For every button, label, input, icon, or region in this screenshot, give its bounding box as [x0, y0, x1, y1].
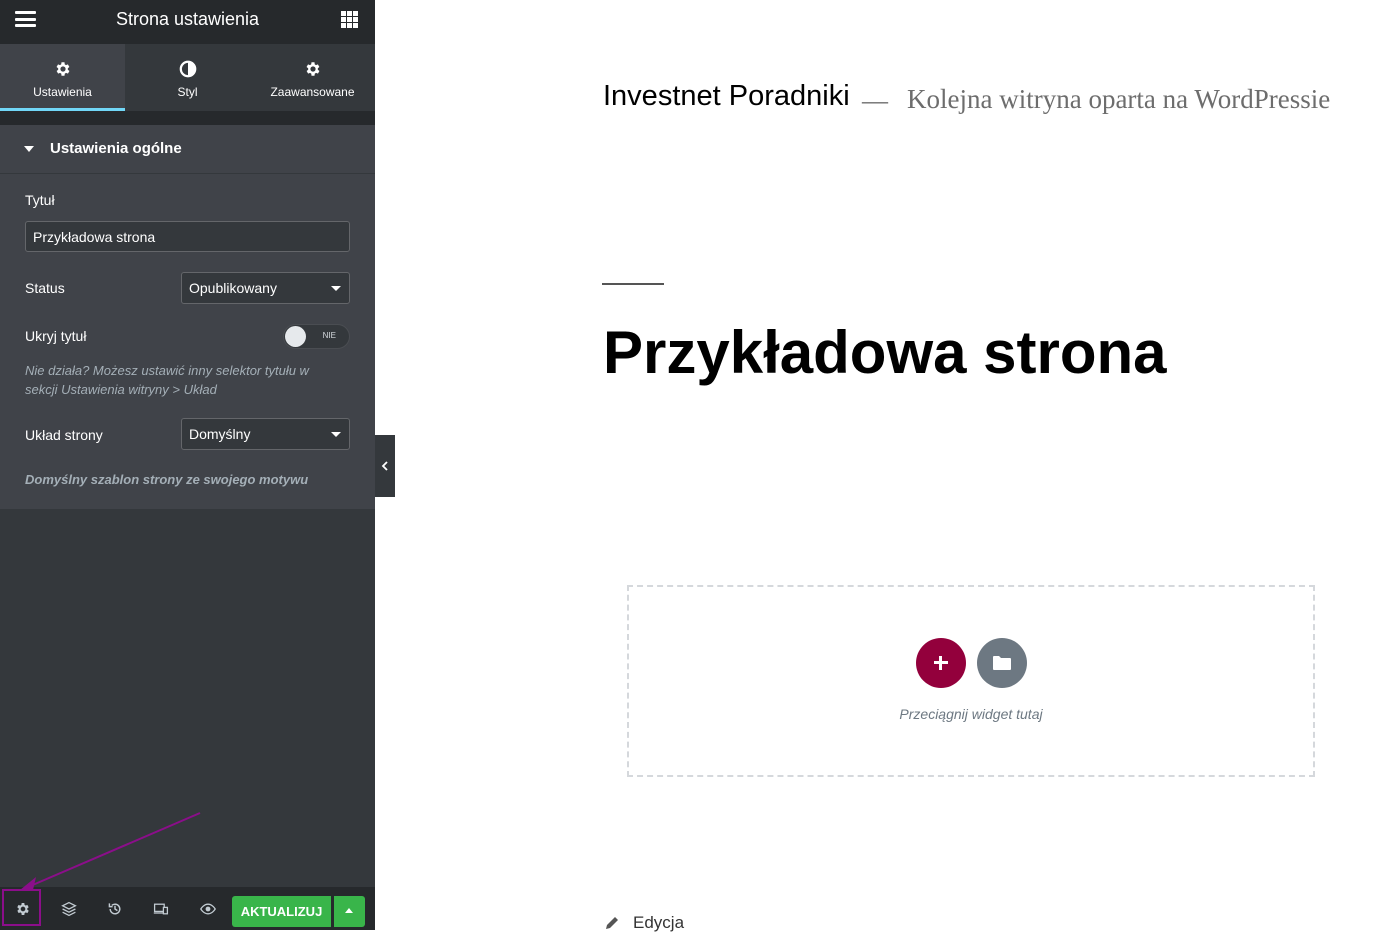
- switch-knob: [285, 326, 306, 347]
- panel-title: Strona ustawienia: [115, 9, 260, 29]
- title-field-label: Tytuł: [25, 192, 55, 208]
- settings-highlight: [2, 889, 41, 926]
- chevron-left-icon: [381, 461, 388, 471]
- layout-label: Układ strony: [25, 427, 103, 443]
- hide-title-label: Ukryj tytuł: [25, 328, 87, 344]
- tab-label: Ustawienia: [33, 85, 92, 99]
- history-icon[interactable]: [107, 901, 123, 917]
- grid-icon[interactable]: [341, 11, 358, 28]
- title-input[interactable]: [25, 221, 350, 252]
- edit-link[interactable]: Edycja: [633, 913, 684, 933]
- hide-title-switch[interactable]: NIE: [283, 324, 350, 349]
- chevron-down-icon: [331, 432, 341, 437]
- title-rule: [602, 283, 664, 285]
- chevron-down-icon: [331, 286, 341, 291]
- page-title: Przykładowa strona: [603, 319, 1167, 386]
- status-label: Status: [25, 280, 65, 296]
- general-settings-section: Ustawienia ogólne Tytuł Status Opublikow…: [0, 125, 375, 509]
- add-section-button[interactable]: [916, 638, 966, 688]
- add-template-button[interactable]: [977, 638, 1027, 688]
- layers-icon[interactable]: [61, 901, 77, 917]
- collapse-panel-button[interactable]: [375, 435, 395, 497]
- section-title: Ustawienia ogólne: [50, 140, 182, 157]
- eye-icon[interactable]: [200, 901, 216, 917]
- caret-down-icon: [24, 146, 34, 152]
- switch-label: NIE: [322, 331, 336, 340]
- tab-label: Zaawansowane: [270, 85, 355, 99]
- half-circle-icon: [179, 60, 196, 78]
- panel-header: Strona ustawienia: [0, 0, 375, 44]
- site-title[interactable]: Investnet Poradniki: [603, 80, 850, 113]
- gear-icon: [56, 62, 69, 76]
- folder-icon: [993, 656, 1011, 670]
- hide-title-note: Nie działa? Możesz ustawić inny selektor…: [25, 363, 309, 397]
- tab-style[interactable]: Styl: [125, 44, 250, 111]
- widget-dropzone[interactable]: [627, 585, 1315, 777]
- pencil-icon: [606, 917, 618, 929]
- tabs-divider: [0, 111, 375, 125]
- update-options-button[interactable]: [334, 896, 365, 927]
- gear-icon: [306, 62, 319, 76]
- editor-panel: Strona ustawienia Ustawienia Styl Zaawan…: [0, 0, 375, 930]
- update-button[interactable]: AKTUALIZUJ: [232, 896, 331, 927]
- tab-advanced[interactable]: Zaawansowane: [250, 44, 375, 111]
- status-value: Opublikowany: [189, 280, 277, 296]
- layout-select[interactable]: Domyślny: [181, 418, 350, 450]
- responsive-icon[interactable]: [153, 901, 169, 917]
- panel-tabs: Ustawienia Styl Zaawansowane: [0, 44, 375, 111]
- section-toggle[interactable]: Ustawienia ogólne: [0, 125, 375, 174]
- drop-hint: Przeciągnij widget tutaj: [899, 706, 1043, 722]
- layout-note: Domyślny szablon strony ze swojego motyw…: [25, 472, 309, 487]
- status-select[interactable]: Opublikowany: [181, 272, 350, 304]
- site-description: Kolejna witryna oparta na WordPressie: [907, 84, 1331, 114]
- tab-settings[interactable]: Ustawienia: [0, 44, 125, 111]
- layout-value: Domyślny: [189, 426, 251, 442]
- tab-label: Styl: [177, 85, 198, 99]
- title-separator: —: [862, 86, 888, 115]
